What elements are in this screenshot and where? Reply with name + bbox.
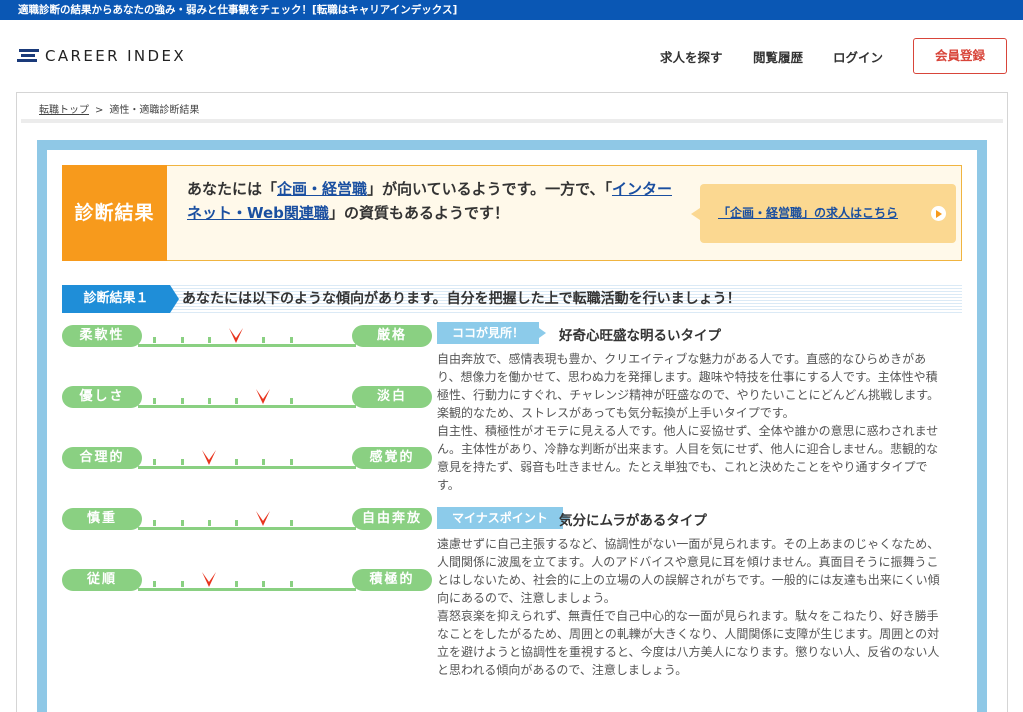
trait-tick: [235, 459, 238, 465]
trait-tick: [153, 459, 157, 465]
breadcrumb-home-link[interactable]: 転職トップ: [39, 105, 89, 116]
trait-track: [138, 405, 356, 408]
top-banner: 適職診断の結果からあなたの強み・弱みと仕事観をチェック！[転職はキャリアインデッ…: [0, 0, 1023, 20]
trait-track: [138, 588, 356, 591]
weakness-title: 気分にムラがあるタイプ: [559, 513, 707, 529]
trait-track: [138, 466, 356, 469]
result-text-mid: 」が向いているようです。一方で、「: [367, 180, 612, 198]
cta-tail: [691, 208, 700, 220]
nav-login[interactable]: ログイン: [833, 47, 883, 66]
trait-right-label: 厳格: [352, 325, 432, 347]
trait-left-label: 優しさ: [62, 386, 142, 408]
breadcrumb: 転職トップ > 適性・適職診断結果: [39, 101, 199, 116]
trait-tick: [153, 581, 157, 587]
trait-left-label: 合理的: [62, 447, 142, 469]
trait-right-label: 感覚的: [352, 447, 432, 469]
trait-tick: [207, 398, 211, 404]
breadcrumb-divider: [21, 119, 1003, 123]
job-search-cta-button[interactable]: 「企画・経営職」の求人はこちら: [691, 184, 956, 243]
result-text-prefix: あなたには「: [187, 180, 278, 198]
result-panel: 診断結果 あなたには「企画・経営職」が向いているようです。一方で、「インターネッ…: [37, 140, 987, 712]
trait-track: [138, 527, 356, 530]
trait-scale: 従順 積極的: [62, 569, 432, 593]
section-header: 診断結果１ あなたには以下のような傾向があります。自分を把握した上で転職活動を行…: [62, 285, 962, 313]
breadcrumb-separator: >: [95, 105, 104, 116]
strength-paragraph: 自主性、積極性がオモテに見える人です。他人に妥協せず、全体や誰かの意思に惑わされ…: [437, 424, 939, 492]
result-label: 診断結果: [62, 165, 167, 261]
trait-tick: [207, 337, 211, 343]
trait-tick: [289, 581, 293, 587]
logo[interactable]: CAREER INDEX: [17, 47, 186, 65]
arrow-right-icon: [931, 206, 946, 221]
trait-tick: [262, 337, 266, 343]
weakness-body: 遠慮せずに自己主張するなど、協調性がない一面が見られます。その上あまのじゃくなた…: [437, 535, 947, 679]
trait-scale: 優しさ 淡白: [62, 386, 432, 410]
trait-track: [138, 344, 356, 347]
trait-right-label: 自由奔放: [352, 508, 432, 530]
trait-marker-icon: [256, 511, 271, 526]
trait-tick: [289, 520, 293, 526]
trait-tick: [289, 337, 293, 343]
trait-marker-icon: [201, 450, 216, 465]
trait-scale: 合理的 感覚的: [62, 447, 432, 471]
trait-tick: [235, 581, 238, 587]
strength-block: ココが見所！ 好奇心旺盛な明るいタイプ 自由奔放で、感情表現も豊か、クリエイティ…: [437, 322, 947, 494]
weakness-block: マイナスポイント 気分にムラがあるタイプ 遠慮せずに自己主張するなど、協調性がな…: [437, 507, 947, 679]
trait-tick: [207, 520, 211, 526]
strength-paragraph: 自由奔放で、感情表現も豊か、クリエイティブな魅力がある人です。直感的なひらめきが…: [437, 352, 940, 420]
result-summary-text: あなたには「企画・経営職」が向いているようです。一方で、「インターネット・Web…: [187, 177, 682, 225]
trait-marker-icon: [201, 572, 216, 587]
trait-tick: [180, 459, 184, 465]
trait-tick: [289, 398, 293, 404]
cta-label: 「企画・経営職」の求人はこちら: [718, 206, 899, 220]
trait-left-label: 従順: [62, 569, 142, 591]
job-link-planning[interactable]: 企画・経営職: [277, 180, 367, 198]
strength-body: 自由奔放で、感情表現も豊か、クリエイティブな魅力がある人です。直感的なひらめきが…: [437, 350, 947, 494]
section-label-tail: [170, 285, 179, 313]
trait-tick: [262, 459, 266, 465]
trait-tick: [180, 337, 184, 343]
logo-mark-icon: [17, 49, 39, 63]
trait-tick: [180, 520, 184, 526]
weakness-paragraph: 喜怒哀楽を抑えられず、無責任で自己中心的な一面が見られます。駄々をこねたり、好き…: [437, 609, 940, 677]
nav-history[interactable]: 閲覧履歴: [753, 47, 803, 66]
trait-tick: [153, 337, 157, 343]
section-title: あなたには以下のような傾向があります。自分を把握した上で転職活動を行いましょう！: [182, 291, 741, 307]
trait-tick: [153, 520, 157, 526]
trait-right-label: 淡白: [352, 386, 432, 408]
trait-scale: 慎重 自由奔放: [62, 508, 432, 532]
trait-tick: [235, 520, 238, 526]
trait-tick: [262, 581, 266, 587]
result-summary-box: あなたには「企画・経営職」が向いているようです。一方で、「インターネット・Web…: [167, 165, 962, 261]
weakness-badge: マイナスポイント: [437, 507, 570, 529]
register-button[interactable]: 会員登録: [913, 38, 1007, 74]
trait-marker-icon: [229, 328, 243, 343]
breadcrumb-current: 適性・適職診断結果: [109, 105, 200, 116]
strength-title: 好奇心旺盛な明るいタイプ: [559, 328, 721, 344]
result-panel-inner: 診断結果 あなたには「企画・経営職」が向いているようです。一方で、「インターネッ…: [47, 150, 977, 712]
trait-left-label: 柔軟性: [62, 325, 142, 347]
trait-tick: [180, 398, 184, 404]
top-banner-text: 適職診断の結果からあなたの強み・弱みと仕事観をチェック！[転職はキャリアインデッ…: [18, 4, 458, 16]
trait-right-label: 積極的: [352, 569, 432, 591]
section-label: 診断結果１: [62, 285, 170, 313]
result-text-suffix: 」の資質もあるようです！: [328, 204, 509, 222]
content-frame: 転職トップ > 適性・適職診断結果 診断結果 あなたには「企画・経営職」が向いている…: [16, 92, 1008, 712]
nav-job-search[interactable]: 求人を探す: [660, 47, 723, 66]
weakness-paragraph: 遠慮せずに自己主張するなど、協調性がない一面が見られます。その上あまのじゃくなた…: [437, 537, 940, 605]
trait-tick: [235, 398, 238, 404]
trait-left-label: 慎重: [62, 508, 142, 530]
trait-marker-icon: [256, 389, 271, 404]
logo-text: CAREER INDEX: [45, 47, 187, 65]
trait-tick: [180, 581, 184, 587]
trait-scale: 柔軟性 厳格: [62, 325, 432, 349]
site-header: CAREER INDEX 求人を探す 閲覧履歴 ログイン 会員登録: [0, 20, 1023, 90]
trait-tick: [153, 398, 157, 404]
trait-tick: [289, 459, 293, 465]
strength-badge: ココが見所！: [437, 322, 547, 344]
